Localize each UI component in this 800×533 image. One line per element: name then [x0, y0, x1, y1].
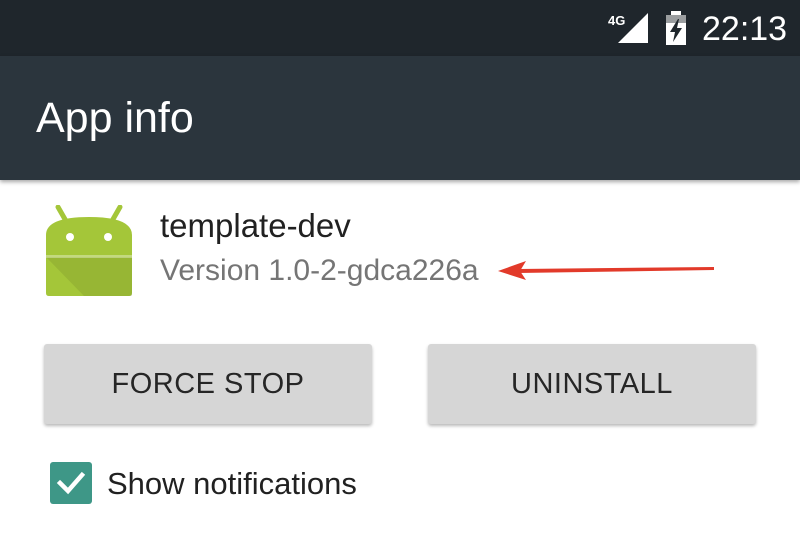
checkmark-icon: [56, 471, 86, 495]
status-bar: 4G 22:13: [0, 0, 800, 56]
annotation-arrow-icon: [498, 261, 714, 280]
app-version: Version 1.0-2-gdca226a: [160, 254, 479, 287]
uninstall-button[interactable]: UNINSTALL: [428, 344, 756, 424]
show-notifications-checkbox[interactable]: [50, 462, 92, 504]
page-title: App info: [36, 94, 194, 142]
signal-icon: [618, 13, 648, 43]
force-stop-button[interactable]: FORCE STOP: [44, 344, 372, 424]
action-bar: App info: [0, 56, 800, 180]
show-notifications-label[interactable]: Show notifications: [107, 466, 357, 502]
android-app-icon: [46, 205, 132, 296]
battery-charging-icon: [666, 11, 686, 45]
status-clock: 22:13: [702, 10, 788, 48]
app-name: template-dev: [160, 207, 351, 244]
